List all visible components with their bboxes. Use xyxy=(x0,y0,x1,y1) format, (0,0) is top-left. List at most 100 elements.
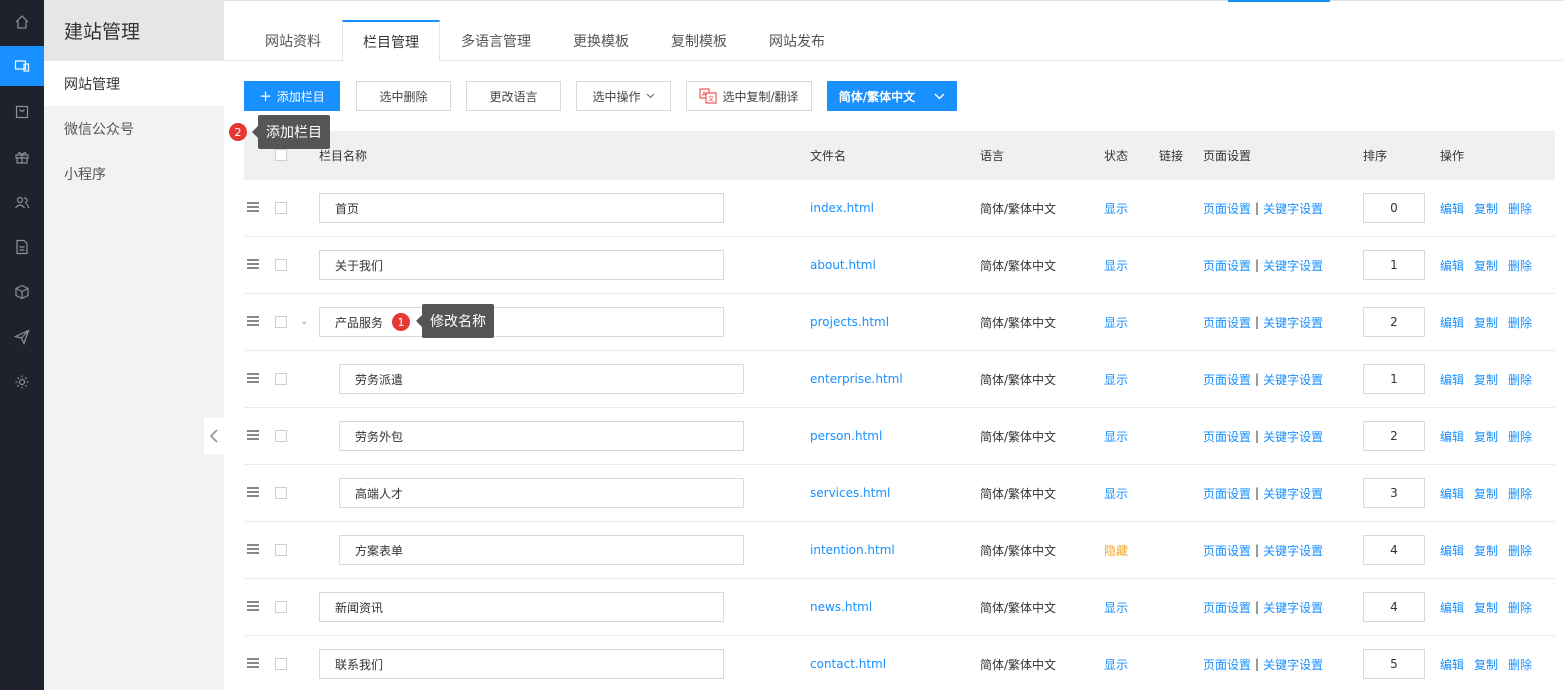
delete-link[interactable]: 删除 xyxy=(1508,542,1532,559)
row-checkbox[interactable] xyxy=(275,202,287,214)
sort-input[interactable]: 2 xyxy=(1363,307,1425,337)
edit-link[interactable]: 编辑 xyxy=(1440,542,1464,559)
copy-link[interactable]: 复制 xyxy=(1474,257,1498,274)
delete-link[interactable]: 删除 xyxy=(1508,314,1532,331)
copy-link[interactable]: 复制 xyxy=(1474,599,1498,616)
select-operations-dropdown[interactable]: 选中操作 xyxy=(576,81,671,111)
row-checkbox[interactable] xyxy=(275,601,287,613)
file-name-link[interactable]: contact.html xyxy=(810,636,886,690)
row-checkbox[interactable] xyxy=(275,658,287,670)
copy-link[interactable]: 复制 xyxy=(1474,200,1498,217)
delete-link[interactable]: 删除 xyxy=(1508,257,1532,274)
page-settings-link[interactable]: 页面设置 xyxy=(1203,200,1251,217)
status-toggle[interactable]: 显示 xyxy=(1104,465,1128,521)
page-settings-link[interactable]: 页面设置 xyxy=(1203,428,1251,445)
column-name-input[interactable]: 关于我们 xyxy=(319,250,724,280)
row-checkbox[interactable] xyxy=(275,316,287,328)
status-toggle[interactable]: 显示 xyxy=(1104,351,1128,407)
tab-multi-language[interactable]: 多语言管理 xyxy=(440,20,552,61)
users-icon[interactable] xyxy=(0,182,44,222)
file-name-link[interactable]: person.html xyxy=(810,408,882,464)
copy-link[interactable]: 复制 xyxy=(1474,371,1498,388)
collapse-sidebar-button[interactable] xyxy=(204,418,224,454)
row-checkbox[interactable] xyxy=(275,544,287,556)
row-checkbox[interactable] xyxy=(275,430,287,442)
copy-link[interactable]: 复制 xyxy=(1474,542,1498,559)
document-icon[interactable] xyxy=(0,227,44,267)
send-icon[interactable] xyxy=(0,317,44,357)
delete-link[interactable]: 删除 xyxy=(1508,428,1532,445)
drag-handle-icon[interactable] xyxy=(247,202,259,212)
column-name-input[interactable]: 联系我们 xyxy=(319,649,724,679)
edit-link[interactable]: 编辑 xyxy=(1440,257,1464,274)
website-icon[interactable] xyxy=(0,46,44,86)
keyword-settings-link[interactable]: 关键字设置 xyxy=(1263,314,1323,331)
sort-input[interactable]: 4 xyxy=(1363,535,1425,565)
chevron-down-icon[interactable]: ⌄ xyxy=(300,316,310,327)
gift-icon[interactable] xyxy=(0,137,44,177)
edit-link[interactable]: 编辑 xyxy=(1440,428,1464,445)
status-toggle[interactable]: 显示 xyxy=(1104,408,1128,464)
drag-handle-icon[interactable] xyxy=(247,487,259,497)
copy-link[interactable]: 复制 xyxy=(1474,314,1498,331)
add-column-button[interactable]: + 添加栏目 xyxy=(244,81,340,111)
page-settings-link[interactable]: 页面设置 xyxy=(1203,485,1251,502)
copy-link[interactable]: 复制 xyxy=(1474,485,1498,502)
drag-handle-icon[interactable] xyxy=(247,601,259,611)
keyword-settings-link[interactable]: 关键字设置 xyxy=(1263,200,1323,217)
language-select[interactable]: 简体/繁体中文 xyxy=(827,81,957,111)
keyword-settings-link[interactable]: 关键字设置 xyxy=(1263,485,1323,502)
edit-link[interactable]: 编辑 xyxy=(1440,485,1464,502)
edit-link[interactable]: 编辑 xyxy=(1440,200,1464,217)
change-language-button[interactable]: 更改语言 xyxy=(466,81,561,111)
keyword-settings-link[interactable]: 关键字设置 xyxy=(1263,257,1323,274)
shop-icon[interactable] xyxy=(0,92,44,132)
edit-link[interactable]: 编辑 xyxy=(1440,371,1464,388)
keyword-settings-link[interactable]: 关键字设置 xyxy=(1263,542,1323,559)
file-name-link[interactable]: intention.html xyxy=(810,522,895,578)
keyword-settings-link[interactable]: 关键字设置 xyxy=(1263,656,1323,673)
drag-handle-icon[interactable] xyxy=(247,430,259,440)
page-settings-link[interactable]: 页面设置 xyxy=(1203,257,1251,274)
edit-link[interactable]: 编辑 xyxy=(1440,656,1464,673)
status-toggle[interactable]: 显示 xyxy=(1104,579,1128,635)
row-checkbox[interactable] xyxy=(275,259,287,271)
drag-handle-icon[interactable] xyxy=(247,259,259,269)
file-name-link[interactable]: services.html xyxy=(810,465,890,521)
column-name-input[interactable]: 劳务外包 xyxy=(339,421,744,451)
keyword-settings-link[interactable]: 关键字设置 xyxy=(1263,371,1323,388)
column-name-input[interactable]: 高端人才 xyxy=(339,478,744,508)
delete-link[interactable]: 删除 xyxy=(1508,599,1532,616)
file-name-link[interactable]: projects.html xyxy=(810,294,889,350)
keyword-settings-link[interactable]: 关键字设置 xyxy=(1263,428,1323,445)
status-toggle[interactable]: 显示 xyxy=(1104,636,1128,690)
sidebar-item-website-management[interactable]: 网站管理 xyxy=(44,61,224,106)
status-toggle[interactable]: 显示 xyxy=(1104,237,1128,293)
page-settings-link[interactable]: 页面设置 xyxy=(1203,656,1251,673)
edit-link[interactable]: 编辑 xyxy=(1440,314,1464,331)
sort-input[interactable]: 2 xyxy=(1363,421,1425,451)
column-name-input[interactable]: 产品服务 xyxy=(319,307,724,337)
row-checkbox[interactable] xyxy=(275,373,287,385)
page-settings-link[interactable]: 页面设置 xyxy=(1203,599,1251,616)
tab-publish[interactable]: 网站发布 xyxy=(748,20,846,61)
delete-link[interactable]: 删除 xyxy=(1508,371,1532,388)
delete-link[interactable]: 删除 xyxy=(1508,200,1532,217)
copy-link[interactable]: 复制 xyxy=(1474,428,1498,445)
tab-site-info[interactable]: 网站资料 xyxy=(244,20,342,61)
status-toggle[interactable]: 显示 xyxy=(1104,294,1128,350)
delete-link[interactable]: 删除 xyxy=(1508,656,1532,673)
column-name-input[interactable]: 首页 xyxy=(319,193,724,223)
drag-handle-icon[interactable] xyxy=(247,373,259,383)
row-checkbox[interactable] xyxy=(275,487,287,499)
copy-translate-button[interactable]: A文 选中复制/翻译 xyxy=(686,81,812,111)
sidebar-item-mini-program[interactable]: 小程序 xyxy=(44,151,224,196)
sort-input[interactable]: 1 xyxy=(1363,364,1425,394)
edit-link[interactable]: 编辑 xyxy=(1440,599,1464,616)
copy-link[interactable]: 复制 xyxy=(1474,656,1498,673)
page-settings-link[interactable]: 页面设置 xyxy=(1203,542,1251,559)
status-toggle[interactable]: 隐藏 xyxy=(1104,522,1128,578)
home-icon[interactable] xyxy=(0,2,44,42)
page-settings-link[interactable]: 页面设置 xyxy=(1203,371,1251,388)
page-settings-link[interactable]: 页面设置 xyxy=(1203,314,1251,331)
